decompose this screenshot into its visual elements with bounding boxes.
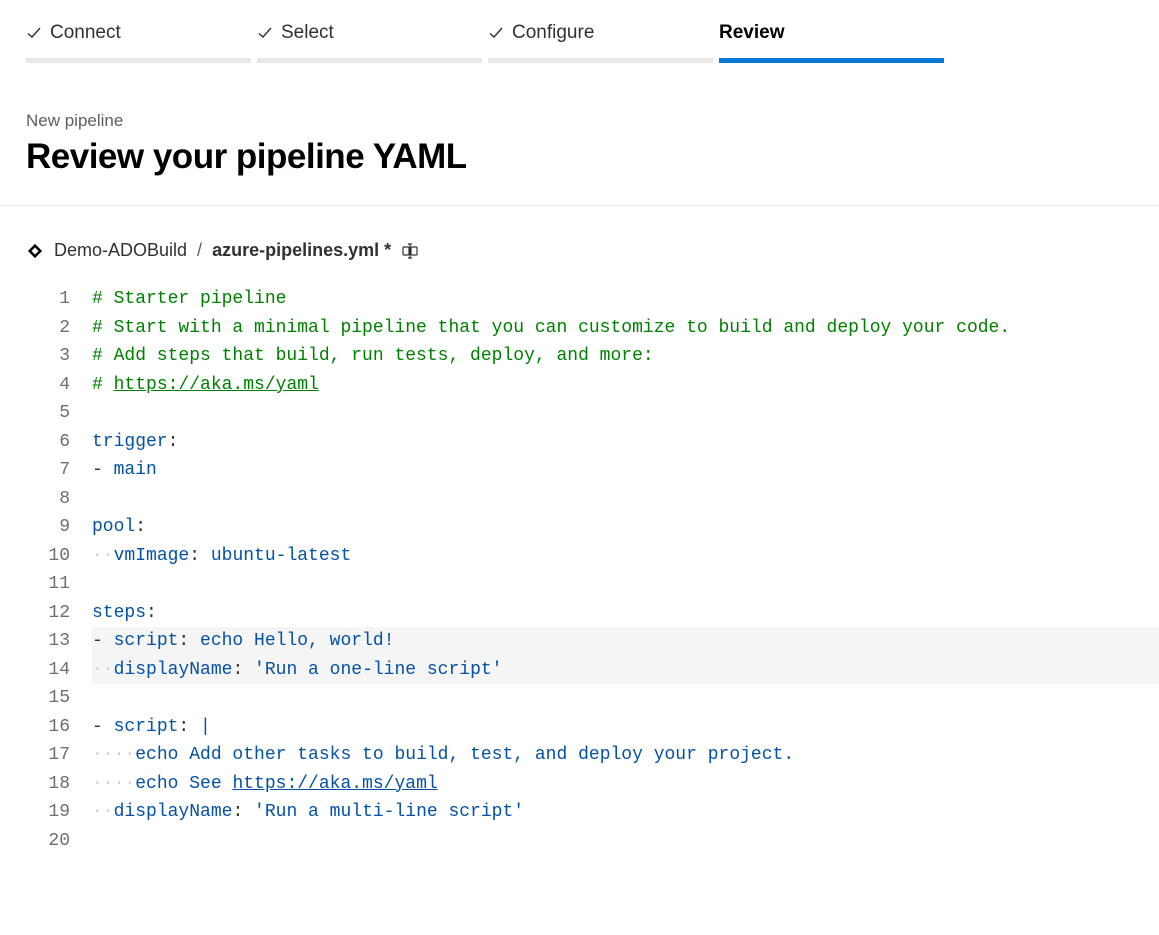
line-number: 3: [0, 342, 92, 371]
code-content[interactable]: pool:: [92, 513, 1159, 542]
code-content[interactable]: - main: [92, 456, 1159, 485]
file-path: Demo-ADOBuild / azure-pipelines.yml *: [0, 206, 1159, 281]
step-label: Select: [281, 22, 334, 44]
step-review[interactable]: Review: [719, 22, 944, 63]
editor-line[interactable]: 9pool:: [0, 513, 1159, 542]
editor-line[interactable]: 7- main: [0, 456, 1159, 485]
editor-line[interactable]: 4# https://aka.ms/yaml: [0, 371, 1159, 400]
line-number: 13: [0, 627, 92, 656]
line-number: 9: [0, 513, 92, 542]
step-configure[interactable]: Configure: [488, 22, 713, 63]
step-bar: [719, 58, 944, 63]
code-content[interactable]: # Add steps that build, run tests, deplo…: [92, 342, 1159, 371]
editor-line[interactable]: 14··displayName: 'Run a one-line script': [0, 656, 1159, 685]
code-content[interactable]: steps:: [92, 599, 1159, 628]
file-name[interactable]: azure-pipelines.yml *: [212, 240, 391, 261]
line-number: 14: [0, 656, 92, 685]
step-label: Connect: [50, 22, 121, 44]
code-content[interactable]: - script: |: [92, 713, 1159, 742]
editor-line[interactable]: 10··vmImage: ubuntu-latest: [0, 542, 1159, 571]
step-connect[interactable]: Connect: [26, 22, 251, 63]
line-number: 4: [0, 371, 92, 400]
code-content[interactable]: [92, 399, 1159, 428]
line-number: 12: [0, 599, 92, 628]
page-title: Review your pipeline YAML: [26, 137, 1133, 177]
repo-name[interactable]: Demo-ADOBuild: [54, 240, 187, 261]
line-number: 1: [0, 285, 92, 314]
line-number: 20: [0, 827, 92, 856]
code-content[interactable]: # https://aka.ms/yaml: [92, 371, 1159, 400]
editor-line[interactable]: 6trigger:: [0, 428, 1159, 457]
yaml-editor[interactable]: 1# Starter pipeline2# Start with a minim…: [0, 281, 1159, 875]
editor-line[interactable]: 15: [0, 684, 1159, 713]
line-number: 17: [0, 741, 92, 770]
step-bar: [488, 58, 713, 63]
code-content[interactable]: [92, 827, 1159, 856]
code-content[interactable]: [92, 684, 1159, 713]
code-content[interactable]: ····echo See https://aka.ms/yaml: [92, 770, 1159, 799]
check-icon: [257, 25, 273, 41]
page-header: New pipeline Review your pipeline YAML: [0, 63, 1159, 206]
line-number: 15: [0, 684, 92, 713]
rename-icon[interactable]: [401, 242, 419, 260]
check-icon: [26, 25, 42, 41]
editor-line[interactable]: 16- script: |: [0, 713, 1159, 742]
pipeline-stepper: Connect Select Configure Review: [0, 0, 1159, 63]
line-number: 5: [0, 399, 92, 428]
line-number: 8: [0, 485, 92, 514]
editor-line[interactable]: 13- script: echo Hello, world!: [0, 627, 1159, 656]
step-label: Review: [719, 22, 784, 44]
code-content[interactable]: ····echo Add other tasks to build, test,…: [92, 741, 1159, 770]
editor-line[interactable]: 1# Starter pipeline: [0, 285, 1159, 314]
editor-line[interactable]: 19··displayName: 'Run a multi-line scrip…: [0, 798, 1159, 827]
path-separator: /: [197, 240, 202, 261]
step-label: Configure: [512, 22, 594, 44]
code-content[interactable]: # Starter pipeline: [92, 285, 1159, 314]
line-number: 6: [0, 428, 92, 457]
editor-line[interactable]: 17····echo Add other tasks to build, tes…: [0, 741, 1159, 770]
line-number: 7: [0, 456, 92, 485]
code-content[interactable]: [92, 570, 1159, 599]
code-content[interactable]: ··vmImage: ubuntu-latest: [92, 542, 1159, 571]
step-bar: [26, 58, 251, 63]
step-select[interactable]: Select: [257, 22, 482, 63]
code-content[interactable]: - script: echo Hello, world!: [92, 627, 1159, 656]
repo-icon: [26, 242, 44, 260]
line-number: 16: [0, 713, 92, 742]
breadcrumb: New pipeline: [26, 111, 1133, 131]
check-icon: [488, 25, 504, 41]
editor-line[interactable]: 12steps:: [0, 599, 1159, 628]
line-number: 10: [0, 542, 92, 571]
editor-line[interactable]: 5: [0, 399, 1159, 428]
line-number: 19: [0, 798, 92, 827]
editor-line[interactable]: 18····echo See https://aka.ms/yaml: [0, 770, 1159, 799]
line-number: 11: [0, 570, 92, 599]
step-bar: [257, 58, 482, 63]
code-content[interactable]: ··displayName: 'Run a multi-line script': [92, 798, 1159, 827]
editor-line[interactable]: 2# Start with a minimal pipeline that yo…: [0, 314, 1159, 343]
code-content[interactable]: [92, 485, 1159, 514]
editor-line[interactable]: 20: [0, 827, 1159, 856]
code-content[interactable]: ··displayName: 'Run a one-line script': [92, 656, 1159, 685]
editor-line[interactable]: 3# Add steps that build, run tests, depl…: [0, 342, 1159, 371]
line-number: 2: [0, 314, 92, 343]
code-content[interactable]: trigger:: [92, 428, 1159, 457]
editor-line[interactable]: 11: [0, 570, 1159, 599]
line-number: 18: [0, 770, 92, 799]
code-content[interactable]: # Start with a minimal pipeline that you…: [92, 314, 1159, 343]
editor-line[interactable]: 8: [0, 485, 1159, 514]
